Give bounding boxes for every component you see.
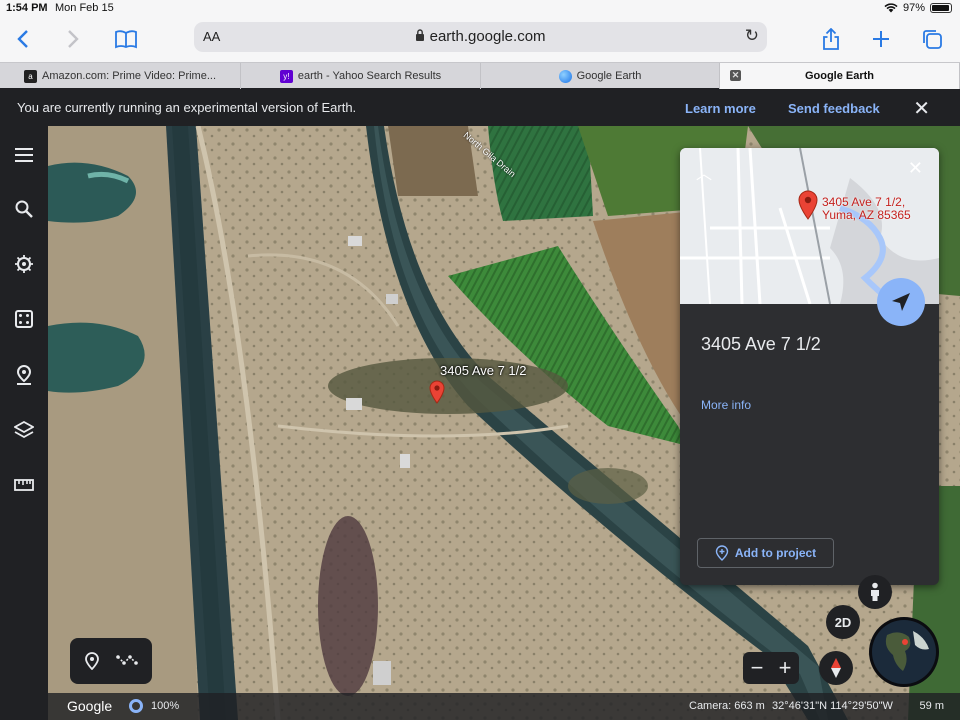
zoom-controls: − +: [743, 652, 799, 684]
drop-pin-icon[interactable]: [84, 652, 100, 675]
learn-more-link[interactable]: Learn more: [685, 101, 756, 116]
draw-path-icon[interactable]: [116, 653, 138, 672]
status-date: Mon Feb 15: [55, 2, 114, 14]
reload-icon[interactable]: ↻: [745, 26, 759, 46]
measure-ruler-icon[interactable]: [9, 470, 39, 500]
url-text: earth.google.com: [194, 28, 767, 45]
battery-icon: [930, 3, 952, 13]
map-tools: [70, 638, 152, 684]
add-to-project-label: Add to project: [734, 546, 817, 560]
camera-altitude: Camera: 663 m: [689, 700, 765, 712]
close-tab-icon[interactable]: ✕: [730, 70, 741, 81]
menu-icon[interactable]: [9, 140, 39, 170]
address-bar[interactable]: AA earth.google.com ↻: [194, 22, 767, 52]
search-icon[interactable]: [9, 194, 39, 224]
place-info-card: 3405 Ave 7 1/2, Yuma, AZ 85365 ︿ ✕ 3405 …: [680, 148, 939, 585]
status-time: 1:54 PM: [6, 2, 48, 14]
scale-readout: 59 m: [919, 700, 944, 712]
amazon-favicon-icon: a: [23, 69, 37, 83]
directions-button[interactable]: [877, 278, 925, 326]
close-card-icon[interactable]: ✕: [908, 158, 923, 179]
tab-google-earth-active[interactable]: ✕ Google Earth: [720, 63, 960, 89]
send-arrow-icon: [892, 293, 910, 311]
tab-label: Google Earth: [804, 70, 875, 82]
coordinates-readout: 32°46'31"N 114°29'50"W: [772, 700, 893, 712]
tab-google-earth[interactable]: Google Earth: [481, 63, 720, 89]
url-label: earth.google.com: [429, 28, 546, 45]
more-info-link[interactable]: More info: [701, 398, 751, 412]
tab-label: Google Earth: [576, 70, 642, 82]
status-right: 97%: [884, 2, 952, 14]
voyager-icon[interactable]: [9, 249, 39, 279]
mini-map-address-line2: Yuma, AZ 85365: [822, 208, 911, 222]
compass-icon[interactable]: [819, 651, 853, 685]
earth-favicon-icon: [558, 69, 572, 83]
tab-label: Amazon.com: Prime Video: Prime...: [41, 70, 217, 82]
status-bar: 1:54 PM Mon Feb 15 97%: [0, 0, 960, 18]
tab-label: earth - Yahoo Search Results: [297, 70, 442, 82]
google-logo: Google: [67, 698, 113, 714]
tab-amazon[interactable]: a Amazon.com: Prime Video: Prime...: [0, 63, 241, 89]
wifi-icon: [884, 3, 898, 13]
mini-map-address: 3405 Ave 7 1/2, Yuma, AZ 85365: [822, 196, 911, 222]
add-to-project-button[interactable]: Add to project: [697, 538, 834, 568]
add-pin-icon: [715, 545, 729, 561]
map-style-layers-icon[interactable]: [9, 415, 39, 445]
tab-yahoo[interactable]: y! earth - Yahoo Search Results: [241, 63, 481, 89]
place-title: 3405 Ave 7 1/2: [701, 334, 821, 354]
mini-map-pin-icon: [797, 190, 819, 225]
collapse-chevron-up-icon[interactable]: ︿: [696, 160, 712, 184]
load-percent: 100%: [151, 700, 180, 712]
tabs-overview-icon[interactable]: [917, 24, 947, 54]
banner-message: You are currently running an experimenta…: [17, 100, 357, 115]
street-view-pegman-icon[interactable]: [858, 575, 892, 609]
share-icon[interactable]: [816, 24, 846, 54]
tab-bar: a Amazon.com: Prime Video: Prime... y! e…: [0, 62, 960, 89]
view-2d-button[interactable]: 2D: [826, 605, 860, 639]
feeling-lucky-dice-icon[interactable]: [9, 304, 39, 334]
projects-pin-icon[interactable]: [9, 360, 39, 390]
new-tab-icon[interactable]: [866, 24, 896, 54]
loading-ring-icon: [129, 699, 143, 713]
battery-percent: 97%: [902, 2, 925, 14]
place-label: 3405 Ave 7 1/2: [440, 363, 527, 378]
yahoo-favicon-icon: y!: [279, 69, 293, 83]
map-status-bar: Google 100% Camera: 663 m 32°46'31"N 114…: [48, 693, 960, 720]
zoom-in-button[interactable]: +: [779, 655, 792, 681]
lock-icon: [415, 28, 429, 45]
earth-sidebar: [0, 126, 48, 720]
zoom-out-button[interactable]: −: [751, 655, 764, 681]
globe-overview-icon[interactable]: [869, 617, 939, 687]
experimental-banner: You are currently running an experimenta…: [0, 89, 960, 126]
browser-toolbar: AA earth.google.com ↻: [0, 18, 960, 62]
forward-icon[interactable]: [58, 24, 88, 54]
bookmarks-icon[interactable]: [111, 24, 141, 54]
back-icon[interactable]: [8, 24, 38, 54]
close-icon[interactable]: ✕: [913, 96, 930, 121]
send-feedback-link[interactable]: Send feedback: [788, 101, 880, 116]
